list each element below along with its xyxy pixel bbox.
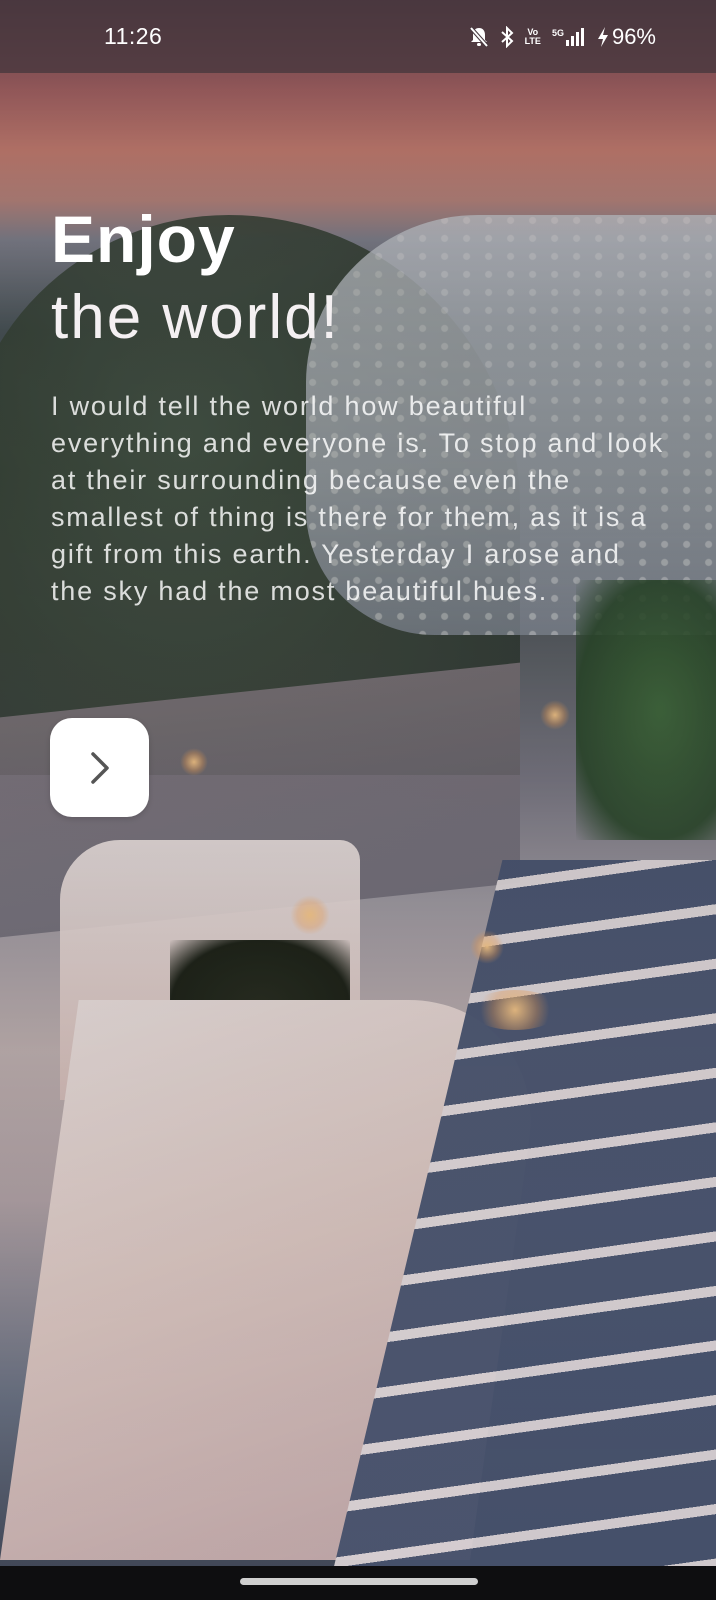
battery-percent: 96%	[611, 23, 656, 49]
volte-line2: LTE	[524, 35, 541, 46]
signal-icon: 5G	[551, 27, 586, 46]
hero-title: Enjoy	[51, 202, 236, 276]
hero-content: Enjoy the world! I would tell the world …	[51, 200, 671, 610]
mute-bell-icon	[469, 26, 489, 48]
app-screen: 11:26 Vo LTE 5G 96% Enjoy the world! I w…	[0, 0, 716, 1600]
next-button[interactable]	[50, 718, 149, 817]
battery-indicator: 96%	[597, 24, 656, 50]
hero-description: I would tell the world how beautiful eve…	[51, 391, 665, 606]
hero-subtitle: the world!	[51, 283, 340, 352]
status-icons: Vo LTE 5G 96%	[469, 24, 656, 50]
status-bar: 11:26 Vo LTE 5G 96%	[0, 0, 716, 73]
volte-icon: Vo LTE	[524, 27, 541, 46]
status-time: 11:26	[104, 23, 163, 49]
charging-icon	[597, 26, 609, 48]
bluetooth-icon	[500, 25, 514, 48]
home-gesture-handle[interactable]	[240, 1578, 478, 1585]
network-type: 5G	[551, 27, 564, 38]
chevron-right-icon	[90, 751, 109, 784]
navigation-bar	[0, 1566, 716, 1600]
